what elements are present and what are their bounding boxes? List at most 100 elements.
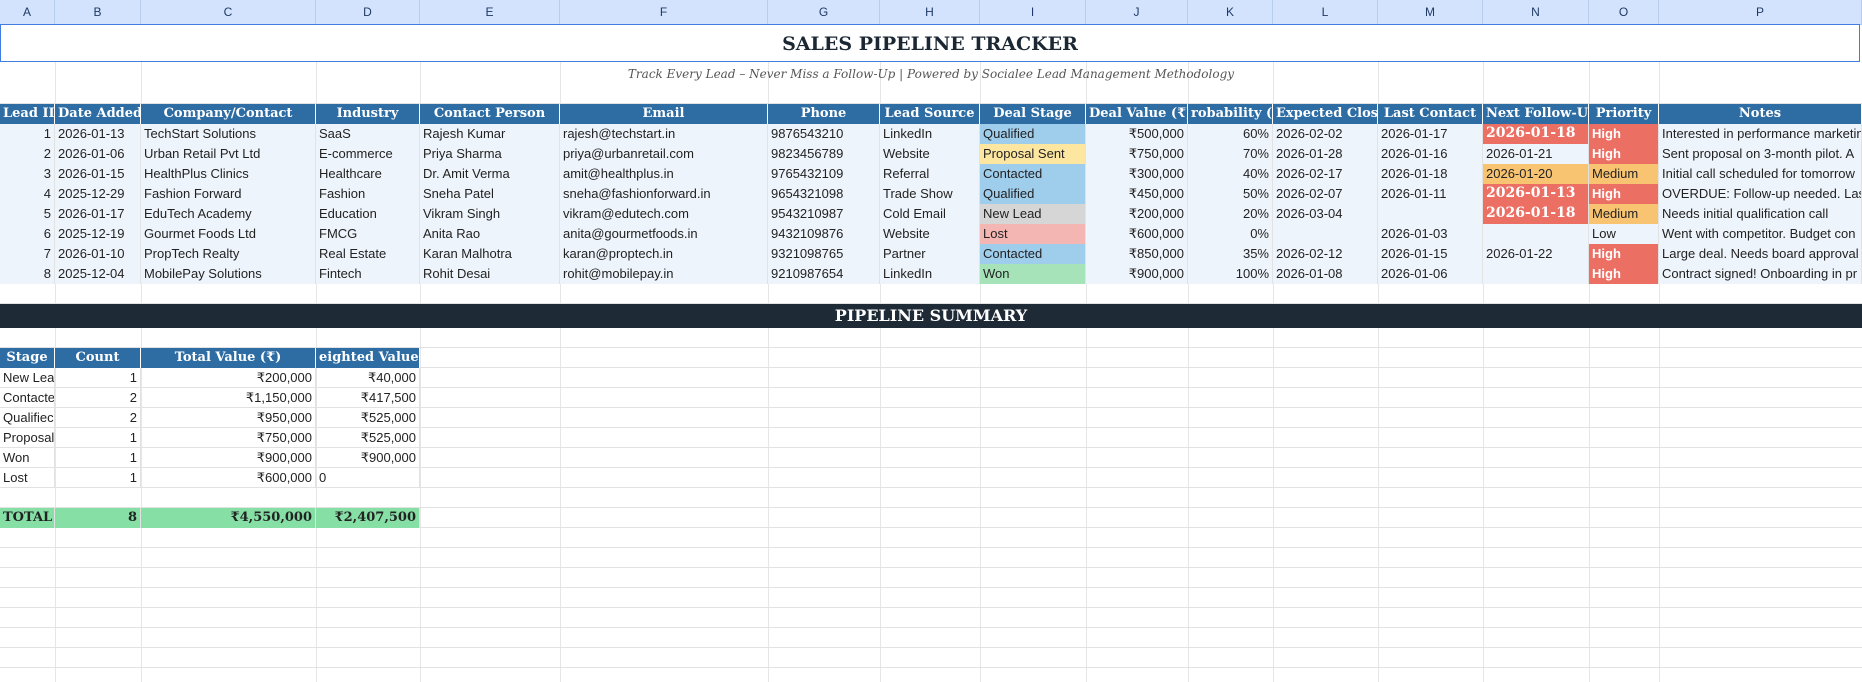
cell-lead-source[interactable]: LinkedIn xyxy=(880,124,980,144)
empty-row[interactable] xyxy=(0,628,1862,648)
cell-contact-person[interactable]: Vikram Singh xyxy=(420,204,560,224)
summary-stage[interactable]: Contacte xyxy=(0,388,55,408)
cell-next-follow-up[interactable]: 2026-01-18 xyxy=(1483,124,1589,144)
cell-contact-person[interactable]: Karan Malhotra xyxy=(420,244,560,264)
summary-weighted-value[interactable]: ₹417,500 xyxy=(316,388,420,408)
summary-total-count[interactable]: 8 xyxy=(55,508,141,528)
summary-total-value[interactable]: ₹900,000 xyxy=(141,448,316,468)
summary-count[interactable]: 1 xyxy=(55,468,141,488)
cell-last-contact[interactable]: 2026-01-17 xyxy=(1378,124,1483,144)
header-cell-p[interactable]: Notes xyxy=(1659,104,1862,124)
cell-last-contact[interactable]: 2026-01-03 xyxy=(1378,224,1483,244)
cell-expected-close[interactable]: 2026-02-12 xyxy=(1273,244,1378,264)
cell-next-follow-up[interactable]: 2026-01-18 xyxy=(1483,204,1589,224)
column-letter-l[interactable]: L xyxy=(1273,0,1378,24)
cell-email[interactable]: vikram@edutech.com xyxy=(560,204,768,224)
cell-deal-value[interactable]: ₹500,000 xyxy=(1086,124,1188,144)
empty-row[interactable] xyxy=(0,84,1862,104)
header-cell-j[interactable]: Deal Value (₹) xyxy=(1086,104,1188,124)
cell-notes[interactable]: Went with competitor. Budget con xyxy=(1659,224,1862,244)
summary-count[interactable]: 2 xyxy=(55,388,141,408)
empty-row[interactable] xyxy=(0,648,1862,668)
cell-deal-stage[interactable]: New Lead xyxy=(980,204,1086,224)
header-cell-e[interactable]: Contact Person xyxy=(420,104,560,124)
cell-lead-id[interactable]: 8 xyxy=(0,264,55,284)
summary-weighted-value[interactable]: ₹40,000 xyxy=(316,368,420,388)
summary-stage[interactable]: Lost xyxy=(0,468,55,488)
empty-row[interactable] xyxy=(0,668,1862,682)
cell-notes[interactable]: Initial call scheduled for tomorrow xyxy=(1659,164,1862,184)
cell-priority[interactable]: High xyxy=(1589,184,1659,204)
summary-count[interactable]: 2 xyxy=(55,408,141,428)
summary-total-value[interactable]: ₹1,150,000 xyxy=(141,388,316,408)
empty-row[interactable] xyxy=(0,608,1862,628)
cell-contact-person[interactable]: Dr. Amit Verma xyxy=(420,164,560,184)
cell-date-added[interactable]: 2025-12-19 xyxy=(55,224,141,244)
cell-industry[interactable]: E-commerce xyxy=(316,144,420,164)
cell-probability[interactable]: 50% xyxy=(1188,184,1273,204)
column-letter-o[interactable]: O xyxy=(1589,0,1659,24)
cell-email[interactable]: sneha@fashionforward.in xyxy=(560,184,768,204)
cell-deal-stage[interactable]: Lost xyxy=(980,224,1086,244)
cell-date-added[interactable]: 2025-12-04 xyxy=(55,264,141,284)
empty-row[interactable] xyxy=(0,528,1862,548)
page-title[interactable]: SALES PIPELINE TRACKER xyxy=(0,24,1860,62)
summary-header-cell[interactable]: Stage xyxy=(0,348,55,368)
column-letter-a[interactable]: A xyxy=(0,0,55,24)
cell-lead-id[interactable]: 4 xyxy=(0,184,55,204)
summary-header-cell[interactable]: Total Value (₹) xyxy=(141,348,316,368)
cell-probability[interactable]: 40% xyxy=(1188,164,1273,184)
header-cell-k[interactable]: robability (% xyxy=(1188,104,1273,124)
summary-stage[interactable]: New Lea xyxy=(0,368,55,388)
column-letter-c[interactable]: C xyxy=(141,0,316,24)
column-letter-d[interactable]: D xyxy=(316,0,420,24)
cell-expected-close[interactable] xyxy=(1273,224,1378,244)
empty-row[interactable] xyxy=(0,488,1862,508)
cell-company[interactable]: EduTech Academy xyxy=(141,204,316,224)
cell-deal-value[interactable]: ₹300,000 xyxy=(1086,164,1188,184)
cell-expected-close[interactable]: 2026-01-08 xyxy=(1273,264,1378,284)
cell-phone[interactable]: 9823456789 xyxy=(768,144,880,164)
header-cell-h[interactable]: Lead Source xyxy=(880,104,980,124)
cell-notes[interactable]: Interested in performance marketing xyxy=(1659,124,1862,144)
summary-total-value[interactable]: ₹600,000 xyxy=(141,468,316,488)
cell-priority[interactable]: Medium xyxy=(1589,164,1659,184)
cell-deal-stage[interactable]: Qualified xyxy=(980,184,1086,204)
cell-company[interactable]: MobilePay Solutions xyxy=(141,264,316,284)
cell-industry[interactable]: SaaS xyxy=(316,124,420,144)
summary-weighted-value[interactable]: ₹525,000 xyxy=(316,408,420,428)
cell-lead-id[interactable]: 1 xyxy=(0,124,55,144)
cell-deal-stage[interactable]: Proposal Sent xyxy=(980,144,1086,164)
cell-probability[interactable]: 60% xyxy=(1188,124,1273,144)
cell-contact-person[interactable]: Rohit Desai xyxy=(420,264,560,284)
cell-date-added[interactable]: 2026-01-13 xyxy=(55,124,141,144)
cell-notes[interactable]: Large deal. Needs board approval xyxy=(1659,244,1862,264)
cell-company[interactable]: Gourmet Foods Ltd xyxy=(141,224,316,244)
header-cell-d[interactable]: Industry xyxy=(316,104,420,124)
cell-company[interactable]: Fashion Forward xyxy=(141,184,316,204)
summary-total-value[interactable]: ₹950,000 xyxy=(141,408,316,428)
cell-priority[interactable]: High xyxy=(1589,264,1659,284)
cell-contact-person[interactable]: Rajesh Kumar xyxy=(420,124,560,144)
empty-row[interactable] xyxy=(0,284,1862,304)
cell-phone[interactable]: 9321098765 xyxy=(768,244,880,264)
summary-total-weighted-sum[interactable]: ₹2,407,500 xyxy=(316,508,420,528)
header-cell-f[interactable]: Email xyxy=(560,104,768,124)
column-letter-h[interactable]: H xyxy=(880,0,980,24)
cell-date-added[interactable]: 2026-01-15 xyxy=(55,164,141,184)
summary-weighted-value[interactable]: 0 xyxy=(316,468,420,488)
cell-probability[interactable]: 35% xyxy=(1188,244,1273,264)
cell-next-follow-up[interactable]: 2026-01-21 xyxy=(1483,144,1589,164)
cell-email[interactable]: karan@proptech.in xyxy=(560,244,768,264)
column-letter-e[interactable]: E xyxy=(420,0,560,24)
cell-lead-source[interactable]: LinkedIn xyxy=(880,264,980,284)
header-cell-c[interactable]: Company/Contact xyxy=(141,104,316,124)
cell-priority[interactable]: Medium xyxy=(1589,204,1659,224)
summary-count[interactable]: 1 xyxy=(55,368,141,388)
cell-last-contact[interactable]: 2026-01-06 xyxy=(1378,264,1483,284)
empty-row[interactable] xyxy=(0,548,1862,568)
cell-company[interactable]: PropTech Realty xyxy=(141,244,316,264)
cell-next-follow-up[interactable]: 2026-01-20 xyxy=(1483,164,1589,184)
empty-row[interactable] xyxy=(0,588,1862,608)
empty-row[interactable] xyxy=(0,328,1862,348)
